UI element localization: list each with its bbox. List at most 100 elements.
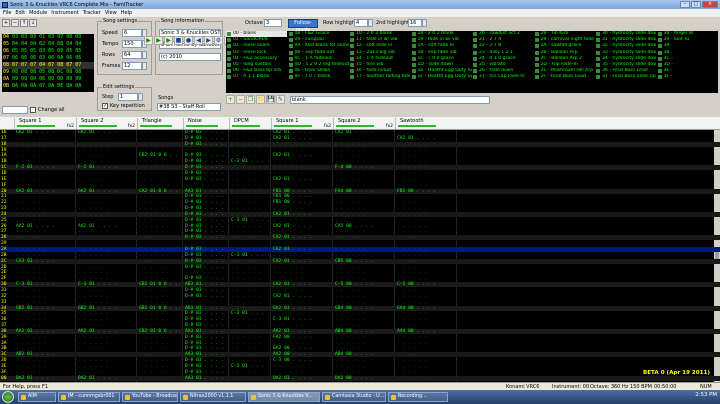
effect-columns-label[interactable]: fx2 — [386, 124, 393, 129]
pattern-cell[interactable]: CA2 01 . . . . — [273, 224, 312, 229]
pattern-cell[interactable]: CA2 01 . . . . — [273, 177, 312, 182]
pattern-cell[interactable]: GA2 00 . . . . — [273, 346, 312, 351]
instrument-item[interactable]: 0F - 7 0 7 blank — [288, 74, 349, 80]
pattern-cell[interactable]: . . . . . . — [139, 165, 169, 170]
pattern-cell[interactable]: . . . . . . — [231, 346, 261, 351]
pattern-cell[interactable]: . . . . . . — [273, 159, 303, 164]
pattern-cell[interactable]: . . . . . . — [397, 341, 427, 346]
pattern-cell[interactable]: . . . . . . — [78, 270, 108, 275]
pattern-cell[interactable]: . . . . . . — [139, 136, 169, 141]
pattern-cell[interactable]: . . . . . . — [78, 148, 108, 153]
pattern-cell[interactable]: . . . . . . — [139, 229, 169, 234]
pattern-cell[interactable]: GB2 01 0 6 . . — [139, 306, 178, 311]
pattern-cell[interactable]: AA3 01 . . . . — [185, 329, 224, 334]
pattern-cell[interactable]: . . . . . . — [397, 311, 427, 316]
pattern-cell[interactable]: . . . . . . — [231, 200, 261, 205]
octave-select[interactable]: 3 — [264, 19, 282, 27]
pattern-cell[interactable]: . . . . . . — [335, 212, 365, 217]
pattern-cell[interactable]: D-# 03 . . . . — [185, 159, 224, 164]
pattern-cell[interactable]: . . . . . . — [335, 253, 365, 258]
pattern-cell[interactable]: AA4 00 . . . . — [397, 329, 436, 334]
pattern-cell[interactable]: . . . . . . — [397, 253, 427, 258]
pattern-cell[interactable]: C-3 01 . . . . — [231, 218, 270, 223]
pattern-cell[interactable]: . . . . . . — [397, 142, 427, 147]
pattern-cell[interactable]: CA2 01 . . . . — [397, 136, 436, 141]
pattern-cell[interactable]: D-# 03 . . . . — [185, 136, 224, 141]
pattern-cell[interactable]: . . . . . . — [335, 148, 365, 153]
pattern-cell[interactable]: . . . . . . — [139, 317, 169, 322]
pattern-cell[interactable]: . . . . . . — [335, 218, 365, 223]
start-button[interactable] — [2, 391, 14, 403]
pattern-cell[interactable]: . . . . . . — [273, 370, 303, 375]
pattern-cell[interactable]: . . . . . . — [335, 346, 365, 351]
pattern-cell[interactable]: GA4 00 . . . . — [397, 306, 436, 311]
pattern-cell[interactable]: . . . . . . — [397, 259, 427, 264]
pattern-cell[interactable]: . . . . . . — [78, 183, 108, 188]
pattern-cell[interactable]: . . . . . . — [335, 206, 365, 211]
pattern-cell[interactable]: . . . . . . — [139, 270, 169, 275]
pattern-cell[interactable]: . . . . . . — [78, 200, 108, 205]
pattern-cell[interactable]: GA2 01 . . . . — [16, 189, 55, 194]
pattern-cell[interactable]: D-# 03 . . . . — [185, 165, 224, 170]
pattern-cell[interactable]: D-# 03 . . . . — [185, 253, 224, 258]
title-bar[interactable]: Sonic 3 & Knuckles VRC6 Complete Mix - F… — [0, 0, 720, 9]
frames-field[interactable]: 12 — [122, 62, 142, 70]
pattern-cell[interactable]: . . . . . . — [139, 224, 169, 229]
pattern-cell[interactable]: . . . . . . — [335, 323, 365, 328]
pattern-cell[interactable]: . . . . . . — [16, 200, 46, 205]
pattern-row[interactable]: 1B . . . . . . . . . . . . . . . . . . D-# 0… — [0, 159, 720, 164]
pattern-cell[interactable]: . . . . . . — [397, 206, 427, 211]
pattern-cell[interactable]: . . . . . . — [78, 352, 108, 357]
pattern-row[interactable]: 29 . . . . . . . . . . . . . . . . . . . . .… — [0, 241, 720, 246]
pattern-cell[interactable]: . . . . . . — [397, 235, 427, 240]
pattern-cell[interactable]: CB2 01 0 6 . . — [139, 329, 178, 334]
instrument-item[interactable]: 2F - Final Boss Lead — [534, 74, 595, 80]
pattern-cell[interactable]: . . . . . . — [335, 335, 365, 340]
move-up-button[interactable]: ↑ — [20, 19, 28, 27]
pattern-row[interactable]: 1F . . . . . . . . . . . . . . . . . . . . .… — [0, 183, 720, 188]
pattern-cell[interactable]: . . . . . . — [16, 300, 46, 305]
pattern-cell[interactable]: GA2 01 . . . . — [78, 189, 117, 194]
pattern-cell[interactable]: . . . . . . — [139, 352, 169, 357]
pattern-cell[interactable]: AB4 00 . . . . — [335, 329, 374, 334]
frame-row[interactable]: 07 06 06 06 03 06 0A 06 06 — [2, 55, 94, 62]
pattern-cell[interactable]: . . . . . . — [231, 189, 261, 194]
pattern-cell[interactable]: . . . . . . — [273, 142, 303, 147]
pattern-cell[interactable]: . . . . . . — [273, 218, 303, 223]
frame-row[interactable]: 0A 09 09 09 06 09 0D 09 09 — [2, 76, 94, 83]
pattern-cell[interactable]: AA2 01 . . . . — [78, 329, 117, 334]
instrument-item[interactable]: 27 - Ice Cap Fade-In — [472, 74, 533, 80]
pattern-cell[interactable]: . . . . . . — [78, 159, 108, 164]
pattern-cell[interactable]: . . . . . . — [231, 229, 261, 234]
taskbar-button[interactable]: Camtasia Studio - U... — [322, 392, 386, 402]
pattern-row[interactable]: 3F . . . . . . . . . . . . . . . . . . D-# 0… — [0, 370, 720, 375]
pattern-cell[interactable]: F-2 01 . . . . — [16, 165, 55, 170]
pattern-cell[interactable]: . . . . . . — [16, 159, 46, 164]
pattern-row[interactable]: 38 AA2 01 . . . . AA2 01 . . . . CB2 01 0 6… — [0, 328, 720, 335]
pattern-cell[interactable]: . . . . . . — [231, 300, 261, 305]
pattern-cell[interactable]: . . . . . . — [185, 300, 215, 305]
pattern-cell[interactable]: CA2 01 . . . . — [273, 212, 312, 217]
pattern-cell[interactable]: . . . . . . — [139, 171, 169, 176]
pattern-cell[interactable]: . . . . . . — [139, 370, 169, 375]
tempo-field[interactable]: 150 — [122, 40, 142, 48]
pattern-cell[interactable]: . . . . . . — [139, 212, 169, 217]
pattern-cell[interactable]: CA2 01 . . . . — [273, 282, 312, 287]
pattern-cell[interactable]: . . . . . . — [78, 317, 108, 322]
pattern-cell[interactable]: . . . . . . — [139, 159, 169, 164]
pattern-cell[interactable]: . . . . . . — [231, 194, 261, 199]
pattern-cell[interactable]: . . . . . . — [78, 265, 108, 270]
pattern-cell[interactable]: . . . . . . — [397, 153, 427, 158]
pattern-cell[interactable]: . . . . . . — [16, 364, 46, 369]
pattern-row[interactable]: 1A . . . . . . . . . . . . CB2 01 0 6 . . D-… — [0, 153, 720, 158]
taskbar-button[interactable]: AIM — [18, 392, 56, 402]
pattern-cell[interactable]: . . . . . . — [139, 142, 169, 147]
pattern-cell[interactable]: . . . . . . — [231, 171, 261, 176]
play-icon[interactable]: ▶ — [144, 36, 153, 45]
pattern-row[interactable]: 2C CA3 01 . . . . . . . . . . . . . . . . D-… — [0, 258, 720, 264]
pattern-cell[interactable]: . . . . . . — [231, 142, 261, 147]
pattern-cell[interactable]: . . . . . . — [335, 265, 365, 270]
pattern-cell[interactable]: D-# 03 . . . . — [185, 364, 224, 369]
pattern-cell[interactable]: . . . . . . — [335, 183, 365, 188]
pattern-cell[interactable]: . . . . . . — [16, 341, 46, 346]
